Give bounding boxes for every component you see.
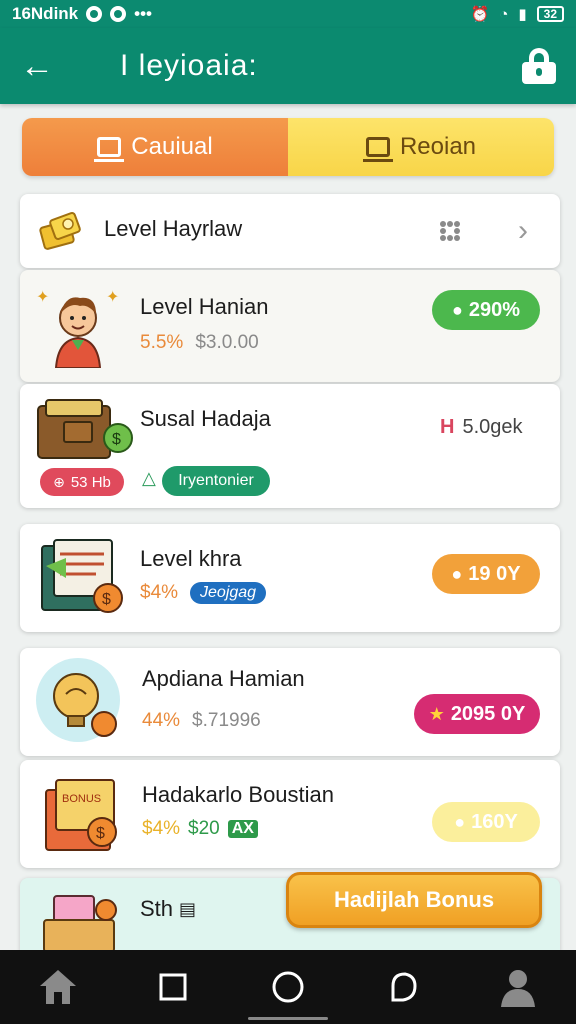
- item-subline: 44% $.71996: [142, 710, 261, 732]
- gesture-bar: [248, 1017, 328, 1020]
- category-switch: Cauiual Reoian: [22, 118, 554, 176]
- home-icon: [39, 970, 76, 1004]
- character-avatar-icon: ✦ ✦: [36, 289, 119, 368]
- grid-icon[interactable]: [438, 219, 462, 243]
- item-amount: $3.0.00: [195, 332, 259, 353]
- gold-coins-icon: [39, 212, 81, 250]
- side-stat: H 5.0gek: [440, 416, 523, 439]
- gift-bundle-icon: [43, 895, 117, 952]
- svg-text:BONUS: BONUS: [62, 793, 101, 805]
- item-percent: 44%: [142, 710, 181, 731]
- list-item[interactable]: BONUS $ Hadakarlo Boustian $4% $20 AX ● …: [20, 760, 560, 868]
- item-percent: $4%: [142, 818, 181, 839]
- item-percent: $4%: [140, 582, 179, 603]
- tag-red-label: 53 Hb: [70, 473, 111, 491]
- chevron-right-icon[interactable]: ›: [518, 214, 528, 248]
- up-arrow-icon: △: [142, 468, 156, 488]
- app-bar: ← I leyioaia:: [0, 28, 576, 104]
- reward-badge[interactable]: ● 290%: [432, 290, 540, 330]
- item-percent: 5.5%: [140, 332, 184, 353]
- svg-text:$: $: [96, 825, 105, 842]
- page-title: I leyioaia:: [120, 49, 258, 82]
- reward-badge[interactable]: ★ 2095 0Y: [414, 694, 540, 734]
- item-subline: $4% $20 AX: [142, 818, 258, 840]
- item-amount: $.71996: [192, 710, 261, 731]
- item-title: Level khra: [140, 546, 242, 571]
- circle-icon: [272, 971, 304, 1003]
- hashtag-icon: H: [440, 416, 455, 438]
- lightbulb-icon: [36, 658, 120, 742]
- menu-icon: ▤: [179, 898, 197, 919]
- item-subline: 5.5% $3.0.00: [140, 332, 259, 354]
- svg-text:✦: ✦: [106, 289, 119, 306]
- tab-casual-label: Cauiual: [131, 133, 213, 160]
- tag-green: Iryentonier: [162, 466, 270, 496]
- star-icon: ★: [428, 703, 445, 724]
- item-amount: $20: [188, 818, 220, 839]
- square-icon: [159, 973, 187, 1001]
- level-header-label: Level Hayrlaw: [104, 216, 243, 241]
- tag-green-label: Iryentonier: [178, 472, 254, 489]
- tag-red: ⊕ 53 Hb: [40, 468, 124, 496]
- list-item[interactable]: ✦ ✦ Level Hanian 5.5% $3.0.00 ● 290%: [20, 270, 560, 382]
- profile-icon: [501, 970, 536, 1007]
- side-stat-value: 5.0gek: [462, 416, 523, 438]
- target-icon: ⊕: [53, 473, 65, 490]
- laptop-icon: [94, 137, 125, 162]
- back-button[interactable]: [381, 965, 425, 1009]
- reward-badge[interactable]: ● 160Y: [432, 802, 540, 842]
- reward-badge-value: 160Y: [471, 810, 518, 833]
- reward-badge[interactable]: ● 19 0Y: [432, 554, 540, 594]
- shield-icon: ●: [451, 299, 463, 320]
- tab-region-label: Reoian: [399, 133, 477, 160]
- gift-box-icon: BONUS $: [45, 779, 117, 851]
- recents-button[interactable]: [151, 965, 195, 1009]
- back-triangle-icon: [391, 972, 417, 1002]
- lock-icon[interactable]: [522, 48, 556, 84]
- tag-blue: Jeojgag: [190, 582, 267, 604]
- item-title: Hadakarlo Boustian: [142, 782, 335, 807]
- level-header-row[interactable]: Level Hayrlaw ›: [20, 194, 560, 268]
- item-title: Level Hanian: [140, 294, 269, 319]
- item-title: Susal Hadaja: [140, 406, 271, 431]
- bonus-button[interactable]: Hadijlah Bonus: [286, 872, 542, 928]
- item-title: Apdiana Hamian: [142, 666, 305, 691]
- coin-icon: ●: [451, 563, 463, 584]
- home-button[interactable]: [36, 965, 80, 1009]
- list-item[interactable]: Apdiana Hamian 44% $.71996 ★ 2095 0Y: [20, 648, 560, 756]
- alarm-icon: ⏰: [470, 6, 490, 23]
- status-bar: 16Ndink ••• ⏰ ◔ ▮ 32: [0, 0, 576, 28]
- svg-text:$: $: [102, 591, 111, 608]
- item-title: Sth: [140, 896, 174, 921]
- more-notifications-icon: •••: [134, 4, 152, 23]
- tag-green: AX: [227, 820, 258, 838]
- tab-region[interactable]: Reoian: [288, 118, 554, 176]
- books-icon: $: [41, 539, 123, 613]
- back-arrow-icon[interactable]: ←: [20, 49, 64, 83]
- bonus-button-label: Hadijlah Bonus: [333, 887, 495, 912]
- tab-casual[interactable]: Cauiual: [22, 118, 288, 176]
- navigation-bar: [0, 950, 576, 1024]
- reward-badge-value: 2095 0Y: [450, 702, 526, 725]
- item-title-row: Sth ▤: [140, 896, 196, 922]
- reward-badge-value: 19 0Y: [468, 562, 521, 585]
- region-icon: [362, 137, 393, 162]
- profile-button[interactable]: [496, 965, 540, 1009]
- status-time: 16Ndink: [12, 4, 79, 23]
- notification-icon-2: [110, 6, 127, 22]
- notification-icon: [86, 6, 103, 22]
- svg-text:✦: ✦: [36, 289, 49, 306]
- item-subline: $4% Jeojgag: [140, 582, 267, 604]
- treasure-chest-icon: $: [37, 399, 133, 459]
- wifi-icon: ◔: [499, 5, 509, 23]
- home-circle-button[interactable]: [266, 965, 310, 1009]
- signal-icon: ▮: [518, 6, 527, 23]
- list-item[interactable]: $ Susal Hadaja ⊕ 53 Hb △ Iryentonier H 5…: [20, 384, 560, 508]
- battery-icon: 32: [536, 6, 564, 22]
- reward-badge-value: 290%: [468, 298, 521, 321]
- list-item[interactable]: $ Level khra $4% Jeojgag ● 19 0Y: [20, 524, 560, 632]
- svg-text:$: $: [112, 431, 121, 448]
- coin-icon: ●: [454, 811, 466, 832]
